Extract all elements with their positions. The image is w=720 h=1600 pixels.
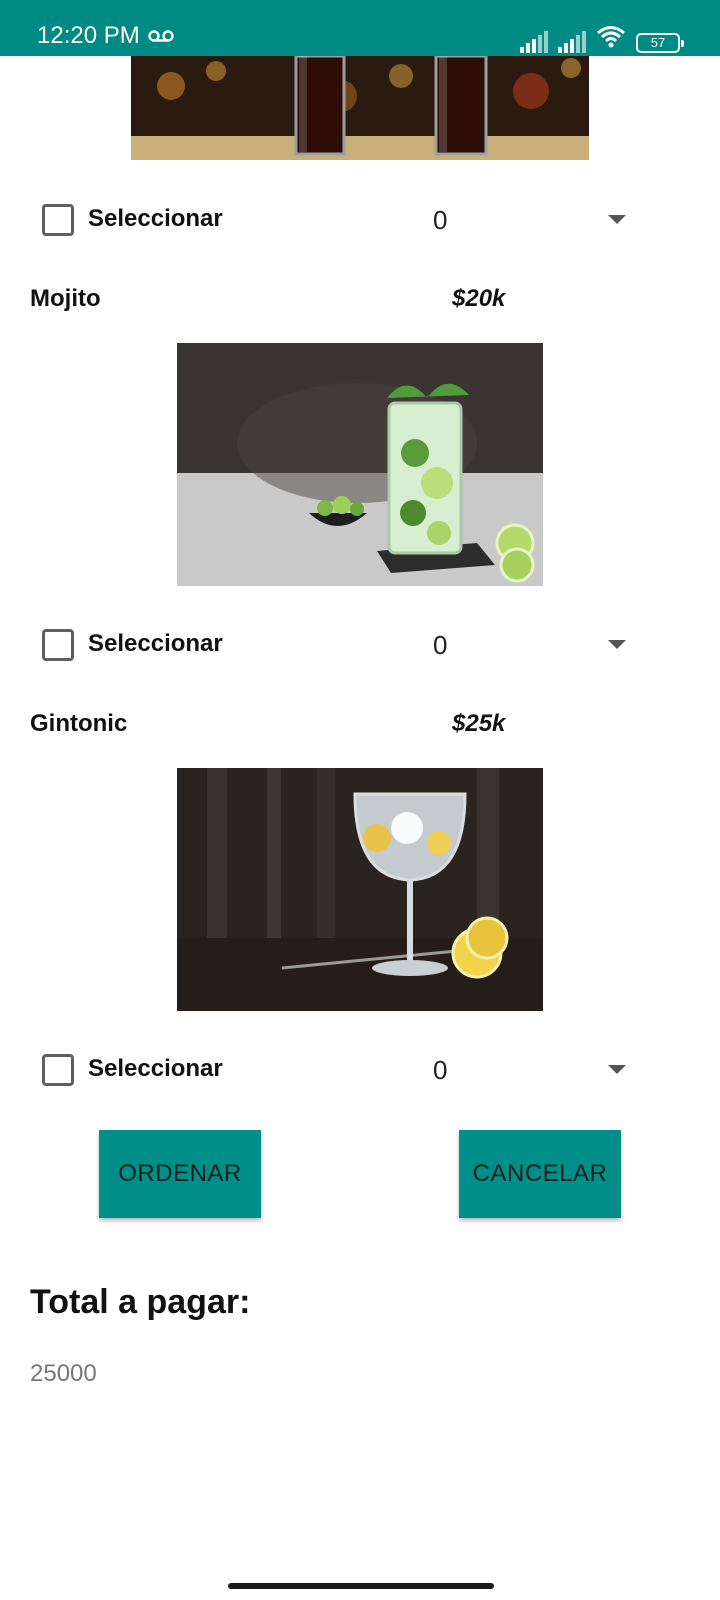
item-price: $25k [452,710,506,737]
item-name: Gintonic [30,710,128,737]
select-label: Seleccionar [88,630,223,657]
item-price: $20k [452,285,506,312]
select-checkbox[interactable] [42,1054,74,1086]
quantity-spinner[interactable]: 0 [433,1055,447,1086]
select-checkbox[interactable] [42,204,74,236]
item-selector-row: Seleccionar 0 [0,1040,720,1100]
total-label: Total a pagar: [30,1283,251,1321]
item-name: Mojito [30,285,101,312]
mojito-photo [177,343,543,586]
quantity-spinner[interactable]: 0 [433,630,447,661]
dropdown-arrow-icon[interactable] [608,215,626,224]
item-selector-row: Seleccionar 0 [0,615,720,675]
signal-icon-2 [558,31,586,53]
status-bar: 12:20 PM 57 [0,0,720,56]
home-indicator[interactable] [228,1583,494,1589]
voicemail-icon [148,29,174,48]
signal-icon [520,31,548,53]
select-checkbox[interactable] [42,629,74,661]
gintonic-photo [177,768,543,1011]
status-time: 12:20 PM [37,22,140,49]
quantity-spinner[interactable]: 0 [433,205,447,236]
select-label: Seleccionar [88,1055,223,1082]
drink-photo-1 [131,56,589,160]
dropdown-arrow-icon[interactable] [608,640,626,649]
dropdown-arrow-icon[interactable] [608,1065,626,1074]
select-label: Seleccionar [88,205,223,232]
order-button[interactable]: ORDENAR [99,1130,261,1218]
wifi-icon [596,24,626,53]
battery-icon: 57 [636,33,684,53]
cancel-button[interactable]: CANCELAR [459,1130,621,1218]
total-value: 25000 [30,1360,97,1387]
item-selector-row: Seleccionar 0 [0,190,720,250]
